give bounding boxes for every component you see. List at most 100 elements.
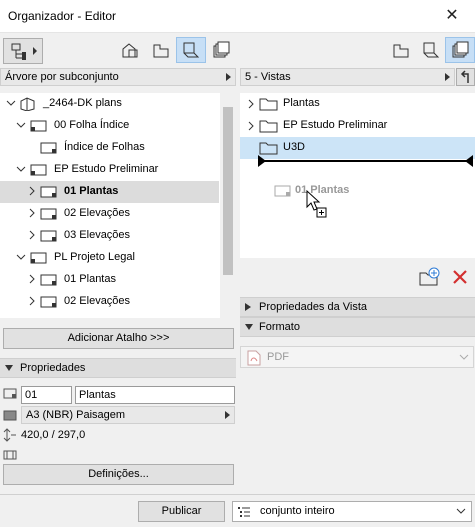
publisher-set-label: 5 - Vistas — [245, 71, 291, 83]
layout-book-button[interactable] — [176, 37, 206, 63]
tree-row-folha-indice[interactable]: 00 Folha Índice — [0, 115, 219, 137]
layout-book-icon — [423, 42, 440, 58]
layout-icon — [40, 274, 57, 286]
publisher-sets-button[interactable] — [206, 37, 236, 63]
tree-type-dropdown[interactable]: Árvore por subconjunto — [0, 68, 236, 86]
view-icon — [393, 44, 409, 58]
tree-row-label: EP Estudo Preliminar — [54, 163, 159, 175]
master-layout-label: A3 (NBR) Paisagem — [26, 409, 126, 421]
list-icon — [238, 507, 250, 517]
add-shortcut-button[interactable]: Adicionar Atalho >>> — [3, 328, 234, 349]
folder-icon — [259, 120, 278, 133]
folder-label: Plantas — [283, 97, 320, 109]
scrollbar-thumb[interactable] — [223, 107, 233, 275]
properties-header[interactable]: Propriedades — [0, 358, 236, 378]
chevron-right-icon — [29, 208, 35, 218]
properties-title: Propriedades — [20, 362, 86, 374]
format-header[interactable]: Formato — [240, 317, 475, 337]
layout-name-field[interactable]: Plantas — [75, 386, 235, 404]
chevron-right-icon — [248, 99, 254, 109]
right-layout-book-button[interactable] — [416, 37, 446, 63]
chevron-down-icon — [16, 122, 26, 128]
master-layout-icon — [3, 410, 17, 421]
master-layout-dropdown[interactable]: A3 (NBR) Paisagem — [21, 406, 235, 424]
tree-row-pl-plantas[interactable]: 01 Plantas — [0, 269, 219, 291]
tree-row-label: 03 Elevações — [64, 229, 131, 241]
format-value: PDF — [267, 351, 289, 363]
chevron-right-icon — [248, 121, 254, 131]
view-icon — [153, 44, 169, 58]
right-publisher-sets-button[interactable] — [445, 37, 475, 63]
project-map-view-button[interactable] — [116, 37, 146, 63]
right-view-map-button[interactable] — [386, 37, 416, 63]
chevron-right-icon — [29, 186, 35, 196]
title-bar: Organizador - Editor ✕ — [0, 0, 475, 33]
layout-size-text: 420,0 / 297,0 — [21, 429, 86, 441]
chevron-down-icon — [6, 100, 16, 106]
project-map-icon — [20, 97, 35, 111]
revision-icon — [3, 450, 17, 460]
publish-button[interactable]: Publicar — [138, 501, 225, 522]
arrow-up-icon — [460, 70, 469, 83]
subset-icon — [30, 120, 47, 132]
layout-id-icon — [3, 388, 17, 399]
tree-options-button[interactable] — [3, 38, 43, 64]
tree-row-pl[interactable]: PL Projeto Legal — [0, 247, 219, 269]
layout-icon — [40, 142, 57, 154]
tree-row-ep-plantas[interactable]: 01 Plantas — [0, 181, 219, 203]
tree-row-ep[interactable]: EP Estudo Preliminar — [0, 159, 219, 181]
definitions-button[interactable]: Definições... — [3, 464, 234, 485]
chevron-down-icon — [456, 508, 466, 514]
publisher-set-dropdown[interactable]: 5 - Vistas — [240, 68, 455, 86]
new-folder-icon — [419, 267, 440, 286]
tree-row-pl-elevacoes[interactable]: 02 Elevações — [0, 291, 219, 313]
tree-row-ep-elevacoes-03[interactable]: 03 Elevações — [0, 225, 219, 247]
bottom-bar: Publicar conjunto inteiro — [0, 494, 475, 527]
folder-label: EP Estudo Preliminar — [283, 119, 388, 131]
layout-book-icon — [183, 42, 200, 58]
tree-row-label: _2464-DK plans — [43, 97, 122, 109]
folder-row-plantas[interactable]: Plantas — [240, 93, 475, 115]
folder-label: U3D — [283, 141, 306, 153]
format-dropdown[interactable]: PDF — [240, 346, 474, 368]
new-folder-button[interactable] — [418, 266, 440, 288]
tree-row-ep-elevacoes-02[interactable]: 02 Elevações — [0, 203, 219, 225]
folder-row-ep[interactable]: EP Estudo Preliminar — [240, 115, 475, 137]
pdf-file-icon — [247, 350, 261, 366]
publish-set-dropdown[interactable]: conjunto inteiro — [232, 501, 472, 522]
tree-type-label: Árvore por subconjunto — [5, 71, 119, 83]
publisher-sets-icon — [452, 41, 469, 58]
chevron-right-icon — [225, 411, 230, 419]
drop-insertion-line — [258, 155, 473, 167]
window-title: Organizador - Editor — [8, 9, 117, 23]
layout-number-field[interactable]: 01 — [21, 386, 72, 404]
chevron-right-icon — [226, 73, 231, 81]
delete-button[interactable] — [449, 266, 471, 288]
house-icon — [122, 43, 138, 58]
layout-tree[interactable]: _2464-DK plans 00 Folha Índice Índice de… — [0, 93, 236, 318]
collapse-triangle-icon — [245, 324, 253, 330]
layout-icon — [40, 208, 57, 220]
chevron-right-icon — [445, 73, 450, 81]
view-map-button[interactable] — [146, 37, 176, 63]
size-icon — [3, 428, 16, 442]
chevron-right-icon — [29, 230, 35, 240]
folder-icon — [259, 98, 278, 111]
subset-icon — [30, 164, 47, 176]
subset-icon — [30, 252, 47, 264]
publisher-sets-icon — [213, 41, 230, 58]
view-properties-header[interactable]: Propriedades da Vista — [240, 297, 475, 317]
chevron-down-icon — [16, 254, 26, 260]
layout-icon — [40, 186, 57, 198]
tree-scrollbar[interactable] — [220, 93, 236, 318]
tree-row-label: 00 Folha Índice — [54, 119, 130, 131]
tree-row-indice-folhas[interactable]: Índice de Folhas — [0, 137, 219, 159]
tree-row-label: 02 Elevações — [64, 207, 131, 219]
tree-row-label: Índice de Folhas — [64, 141, 145, 153]
publisher-tree[interactable]: Plantas EP Estudo Preliminar U3D 01 Plan… — [240, 93, 475, 258]
close-icon[interactable]: ✕ — [429, 0, 475, 32]
tree-row-project[interactable]: _2464-DK plans — [0, 93, 219, 115]
go-up-button[interactable] — [456, 68, 475, 86]
delete-x-icon — [453, 270, 467, 284]
drag-ghost-layout-icon — [274, 185, 291, 197]
